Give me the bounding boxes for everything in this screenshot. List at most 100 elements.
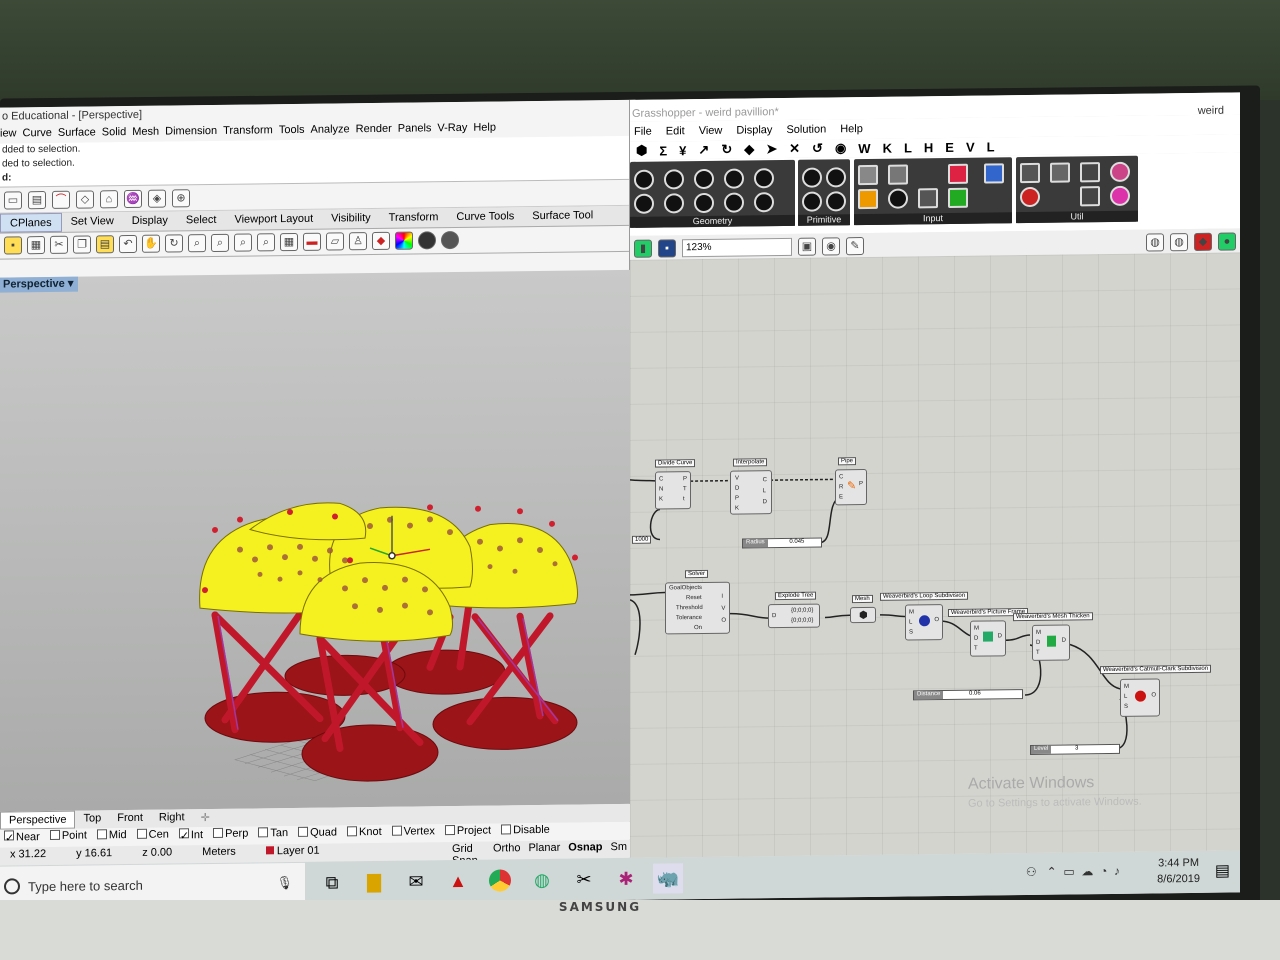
menu-view[interactable]: iew <box>0 127 17 143</box>
menu-vray[interactable]: V-Ray <box>437 122 467 138</box>
menu-render[interactable]: Render <box>356 123 392 139</box>
checkbox-checked[interactable]: ✓ <box>4 830 14 845</box>
pipe-component[interactable]: C R E P ✎ <box>835 468 867 506</box>
tab-select[interactable]: Select <box>177 211 226 231</box>
checkbox[interactable] <box>96 829 107 840</box>
geometry-param-icon[interactable] <box>724 168 744 189</box>
new-icon[interactable]: ▭ <box>4 191 22 210</box>
preview-selected-icon[interactable]: ◆ <box>1194 232 1212 251</box>
copy-icon[interactable]: ❐ <box>73 235 91 254</box>
cut-icon[interactable]: ✂ <box>50 235 68 254</box>
level-slider[interactable]: Level 3 <box>1030 743 1120 755</box>
viewport-title[interactable]: Perspective ▾ <box>0 276 78 293</box>
gh-menu-view[interactable]: View <box>699 125 723 141</box>
tree-icon[interactable] <box>1050 162 1070 183</box>
integer-param-icon[interactable] <box>826 167 846 188</box>
gh-menu-file[interactable]: File <box>634 126 652 142</box>
preview-eye-icon[interactable]: ◉ <box>822 236 840 256</box>
render-sphere-icon[interactable] <box>418 231 436 250</box>
tab-curve-tools[interactable]: Curve Tools <box>447 207 523 227</box>
radius-slider[interactable]: Radius 0.045 <box>742 537 822 549</box>
menu-analyze[interactable]: Analyze <box>311 123 350 139</box>
tab-e[interactable]: E <box>945 139 954 154</box>
params-tab-icon[interactable]: ⬢ <box>636 143 647 159</box>
zoom-level[interactable]: 123% <box>682 237 792 257</box>
tab-cplanes[interactable]: CPlanes <box>0 212 62 233</box>
zoom-icon[interactable]: ⌕ <box>188 234 206 253</box>
mesh-param[interactable]: ⬢ <box>850 606 876 624</box>
vector-tab-icon[interactable]: ↗ <box>698 142 709 158</box>
checkbox[interactable] <box>258 827 269 838</box>
checkbox[interactable] <box>501 824 512 835</box>
slack-icon[interactable]: ✱ <box>611 864 641 894</box>
panel-icon[interactable] <box>858 164 878 186</box>
flask-icon[interactable] <box>1110 185 1130 207</box>
osnap-toggle[interactable]: Osnap <box>568 841 602 857</box>
text-param-icon[interactable] <box>826 191 846 212</box>
acrobat-icon[interactable]: ▲ <box>443 866 473 896</box>
osnap-mid[interactable]: Mid <box>96 829 127 845</box>
battery-icon[interactable]: ▭ <box>1063 864 1074 878</box>
geometry-param-icon[interactable] <box>754 168 774 189</box>
microphone-icon[interactable]: 🎙 <box>276 875 293 891</box>
matrix-icon[interactable] <box>948 187 968 208</box>
osnap-tan[interactable]: Tan <box>258 827 288 843</box>
grass-icon[interactable]: ♒ <box>124 189 142 209</box>
checkbox[interactable] <box>444 825 455 836</box>
distance-slider[interactable]: Distance 0.06 <box>913 689 1023 701</box>
document-name[interactable]: weird <box>1198 105 1224 117</box>
tab-k[interactable]: K <box>883 140 892 155</box>
sketch-icon[interactable]: ✎ <box>846 236 864 255</box>
chevron-down-icon[interactable]: ▾ <box>68 278 74 290</box>
tab-h[interactable]: H <box>924 140 933 155</box>
render-sphere-icon[interactable] <box>441 230 459 250</box>
color-wheel-icon[interactable] <box>395 231 413 250</box>
osnap-project[interactable]: Project <box>444 825 491 842</box>
menu-curve[interactable]: Curve <box>23 127 52 143</box>
volume-icon[interactable]: ♪ <box>1114 864 1120 878</box>
maths-tab-icon[interactable]: Σ <box>659 143 667 158</box>
cplane-icon[interactable]: ▱ <box>326 232 344 251</box>
planar-toggle[interactable]: Planar <box>528 842 560 858</box>
explode-tree-component[interactable]: D {0;0;0;0} {0;0;0;0} <box>768 603 820 629</box>
osnap-disable[interactable]: Disable <box>501 824 550 841</box>
boolean-param-icon[interactable] <box>802 167 822 188</box>
button-icon[interactable] <box>888 188 908 209</box>
catmull-clark-component[interactable]: M L S O <box>1120 678 1160 717</box>
tab-display[interactable]: Display <box>123 211 177 231</box>
checkbox[interactable] <box>136 828 147 839</box>
zoom-extents-icon[interactable]: ▣ <box>798 237 816 256</box>
arrow-right-icon[interactable] <box>1080 186 1100 207</box>
zoom-extents-icon[interactable]: ⌕ <box>234 233 252 252</box>
ortho-toggle[interactable]: Ortho <box>493 842 521 858</box>
rhino-app-icon[interactable]: 🦏 <box>653 863 683 894</box>
tab-l2[interactable]: L <box>987 139 995 154</box>
checkbox[interactable] <box>298 826 309 837</box>
undo-icon[interactable]: ↶ <box>119 234 137 254</box>
tab-w[interactable]: W <box>858 140 870 155</box>
divide-curve-component[interactable]: C N K P T t <box>655 471 691 510</box>
gh-menu-edit[interactable]: Edit <box>666 125 685 141</box>
save-icon[interactable]: ▪ <box>4 236 22 255</box>
preview-wire-icon[interactable]: ◍ <box>1146 232 1164 252</box>
tab-surface-tools[interactable]: Surface Tool <box>523 206 602 226</box>
people-icon[interactable]: ⚇ <box>1026 865 1037 879</box>
paste-icon[interactable]: ▤ <box>96 235 114 254</box>
transform-tab-icon[interactable]: ↺ <box>812 141 823 157</box>
tab-v[interactable]: V <box>966 139 975 154</box>
slider-icon[interactable] <box>888 164 908 185</box>
mesh-tab-icon[interactable]: ➤ <box>766 141 777 157</box>
solver-component[interactable]: GoalObjects Reset Threshold Tolerance On… <box>665 581 730 635</box>
checkbox[interactable] <box>49 829 60 840</box>
geometry-param-icon[interactable] <box>634 193 654 214</box>
taskbar-clock[interactable]: 3:44 PM 8/6/2019 <box>1157 855 1200 888</box>
loop-subdivision-component[interactable]: M L S O <box>905 604 943 641</box>
checkbox[interactable] <box>391 825 402 836</box>
pan-icon[interactable]: ✋ <box>142 234 160 253</box>
viewport-tab-top[interactable]: Top <box>75 810 109 828</box>
browser-globe-icon[interactable]: ◍ <box>527 865 557 895</box>
checkbox[interactable] <box>213 827 224 838</box>
number-param-icon[interactable] <box>802 191 822 212</box>
menu-surface[interactable]: Surface <box>58 126 96 142</box>
menu-help[interactable]: Help <box>473 122 496 138</box>
